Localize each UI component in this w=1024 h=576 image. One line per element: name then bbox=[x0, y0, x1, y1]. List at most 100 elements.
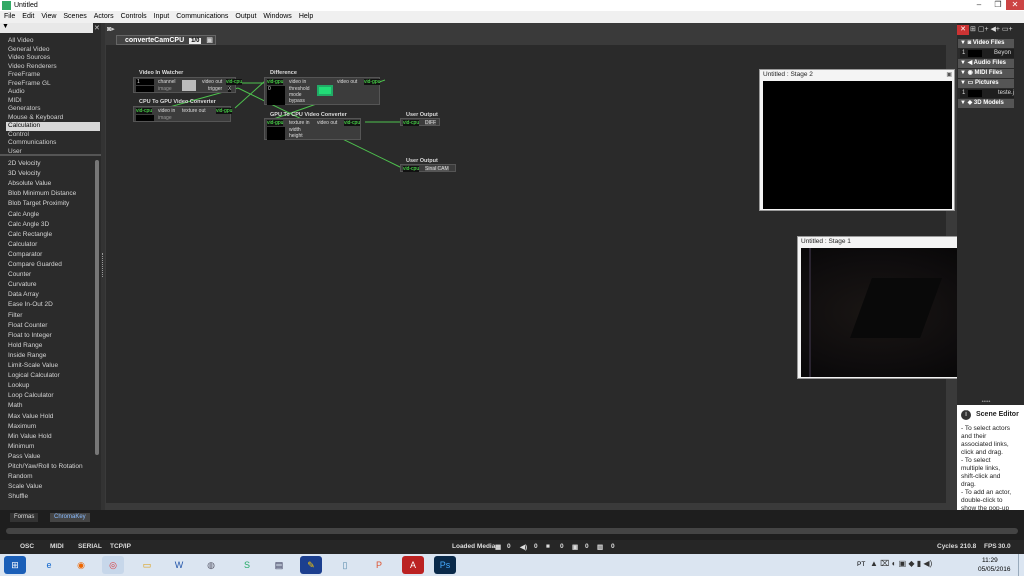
out1-label[interactable]: DIFF bbox=[425, 120, 437, 126]
actor-list-item[interactable]: Scale Value bbox=[8, 482, 94, 492]
photoshop-icon[interactable]: Ps bbox=[434, 556, 456, 574]
actor-list-item[interactable]: Blob Minimum Distance bbox=[8, 189, 94, 199]
category-item[interactable]: FreeFrame bbox=[6, 71, 100, 80]
actor-search-input[interactable]: ▼ bbox=[0, 23, 93, 33]
actor-list-item[interactable]: Data Array bbox=[8, 290, 94, 300]
category-item[interactable]: Video Renderers bbox=[6, 63, 100, 72]
resize-handle[interactable]: ••••• bbox=[958, 399, 1014, 405]
stage-2-close-icon[interactable]: ▣ bbox=[946, 71, 952, 78]
chrome-icon[interactable]: ◎ bbox=[102, 556, 124, 574]
category-item[interactable]: FreeFrame GL bbox=[6, 80, 100, 89]
section-midi-files[interactable]: ▼ ◉ MIDI Files bbox=[958, 69, 1014, 78]
category-item[interactable]: Control bbox=[6, 131, 100, 140]
section-video-files[interactable]: ▼ ◙ Video Files bbox=[958, 39, 1014, 48]
menu-controls[interactable]: Controls bbox=[117, 11, 150, 20]
delete-icon[interactable]: ✕ bbox=[957, 25, 969, 35]
actor-list-item[interactable]: Calc Angle bbox=[8, 210, 94, 220]
cpu2gpu-vid-out-port[interactable]: vid-gpu bbox=[216, 108, 233, 114]
actor-list-item[interactable]: 3D Velocity bbox=[8, 169, 94, 179]
actor-list-item[interactable]: Shuffle bbox=[8, 492, 94, 502]
windows-start-icon[interactable]: ⊞ bbox=[4, 556, 26, 574]
actor-list-item[interactable]: Filter bbox=[8, 311, 94, 321]
out1-vid-port[interactable]: vid-cpu bbox=[403, 120, 420, 126]
menu-edit[interactable]: Edit bbox=[18, 11, 37, 20]
actor-list-item[interactable]: Min Value Hold bbox=[8, 432, 94, 442]
actor-list-item[interactable]: Loop Calculator bbox=[8, 391, 94, 401]
category-item[interactable]: Mouse & Keyboard bbox=[6, 114, 100, 123]
isadora-icon[interactable]: ✎ bbox=[300, 556, 322, 574]
difference-threshold-value[interactable]: 0 bbox=[268, 86, 271, 92]
actor-user-output-diff[interactable]: vid-cpu DIFF bbox=[400, 118, 440, 126]
actor-list-item[interactable]: Limit-Scale Value bbox=[8, 361, 94, 371]
serial-indicator[interactable]: SERIAL bbox=[78, 543, 102, 550]
actor-list-item[interactable]: Inside Range bbox=[8, 351, 94, 361]
gpu2cpu-vid-in-port[interactable]: vid-gpu bbox=[267, 120, 284, 126]
menu-communications[interactable]: Communications bbox=[172, 11, 231, 20]
section-pictures[interactable]: ▼ ▭ Pictures bbox=[958, 79, 1014, 88]
clock-time[interactable]: 11:29 bbox=[982, 557, 998, 564]
actor-list-item[interactable]: Counter bbox=[8, 270, 94, 280]
tcp-indicator[interactable]: TCP/IP bbox=[110, 543, 131, 550]
network-icon[interactable]: ◍ bbox=[200, 556, 222, 574]
category-item[interactable]: Generators bbox=[6, 105, 100, 114]
menu-output[interactable]: Output bbox=[231, 11, 259, 20]
grid-icon[interactable]: ⊞ bbox=[970, 26, 976, 33]
tab-chromakey[interactable]: ChromaKey bbox=[50, 513, 90, 522]
clock-date[interactable]: 05/05/2016 bbox=[978, 566, 1011, 573]
actor-list-item[interactable]: Max Value Hold bbox=[8, 412, 94, 422]
tray-icons[interactable]: ▲ ⌧ ◐ ▣ ◆ ▮ ◀) bbox=[870, 559, 932, 568]
actor-list-item[interactable]: Compare Guarded bbox=[8, 260, 94, 270]
out2-label[interactable]: Sinal CAM bbox=[425, 166, 449, 172]
folder-add-icon[interactable]: ▭+ bbox=[1002, 26, 1013, 33]
category-item[interactable]: General Video bbox=[6, 46, 100, 55]
watcher-vid-port[interactable]: vid-cpu bbox=[226, 79, 243, 85]
panel-splitter[interactable] bbox=[101, 23, 105, 510]
actor-list-item[interactable]: Minimum bbox=[8, 442, 94, 452]
difference-vid-out-port[interactable]: vid-gpu bbox=[364, 79, 381, 85]
actor-list-item[interactable]: Logical Calculator bbox=[8, 371, 94, 381]
language-indicator[interactable]: PT bbox=[857, 561, 865, 568]
cpu2gpu-vid-in-port[interactable]: vid-cpu bbox=[136, 108, 153, 114]
audio-add-icon[interactable]: ◀+ bbox=[990, 26, 999, 33]
actor-list-item[interactable]: Curvature bbox=[8, 280, 94, 290]
watcher-trigger-port[interactable]: X bbox=[228, 86, 232, 92]
difference-vid-in-port[interactable]: vid-gpu bbox=[267, 79, 284, 85]
menu-view[interactable]: View bbox=[37, 11, 59, 20]
actor-list-item[interactable]: Lookup bbox=[8, 381, 94, 391]
dropdown-arrow-icon[interactable]: ▼ bbox=[2, 23, 9, 30]
midi-indicator[interactable]: MIDI bbox=[50, 543, 64, 550]
word-icon[interactable]: W bbox=[168, 556, 190, 574]
scene-tab[interactable]: converteCamCPU 1/0 ▣ bbox=[116, 35, 216, 45]
powerpoint-icon[interactable]: P bbox=[368, 556, 390, 574]
actor-list-item[interactable]: Float to Integer bbox=[8, 331, 94, 341]
category-item[interactable]: Communications bbox=[6, 139, 100, 148]
section-3d-models[interactable]: ▼ ◆ 3D Models bbox=[958, 99, 1014, 108]
app-s-icon[interactable]: S bbox=[236, 556, 258, 574]
maximize-button[interactable]: ❐ bbox=[989, 0, 1007, 10]
actor-list-item[interactable]: Calculator bbox=[8, 240, 94, 250]
media-icon[interactable]: ▤ bbox=[268, 556, 290, 574]
actor-list-item[interactable]: Pitch/Yaw/Roll to Rotation bbox=[8, 462, 94, 472]
out2-vid-port[interactable]: vid-cpu bbox=[403, 166, 420, 172]
actor-user-output-sinal-cam[interactable]: vid-cpu Sinal CAM bbox=[400, 164, 456, 172]
menu-help[interactable]: Help bbox=[295, 11, 316, 20]
actor-cpu-to-gpu-converter[interactable]: vid-cpu video in image texture out vid-g… bbox=[133, 106, 233, 122]
actor-list-item[interactable]: Float Counter bbox=[8, 321, 94, 331]
actor-list-item[interactable]: 2D Velocity bbox=[8, 159, 94, 169]
actor-list-item[interactable]: Absolute Value bbox=[8, 179, 94, 189]
camera-icon[interactable]: ◙▸ bbox=[107, 25, 121, 34]
add-media-icon[interactable]: ▢+ bbox=[978, 26, 989, 33]
menu-file[interactable]: File bbox=[0, 11, 18, 20]
menu-actors[interactable]: Actors bbox=[90, 11, 117, 20]
actor-list-item[interactable]: Ease In-Out 2D bbox=[8, 300, 94, 310]
stage-2-window[interactable]: Untitled : Stage 2 ▣ bbox=[759, 69, 955, 211]
actor-list-item[interactable]: Calc Angle 3D bbox=[8, 220, 94, 230]
actor-difference[interactable]: vid-gpu 0 video in threshold mode bypass… bbox=[264, 77, 381, 105]
menu-windows[interactable]: Windows bbox=[259, 11, 294, 20]
category-item[interactable]: Video Sources bbox=[6, 54, 100, 63]
ie-icon[interactable]: e bbox=[38, 556, 60, 574]
minimize-button[interactable]: – bbox=[970, 0, 988, 10]
category-item[interactable]: Audio bbox=[6, 88, 100, 97]
actor-list-item[interactable]: Pass Value bbox=[8, 452, 94, 462]
category-item[interactable]: Calculation bbox=[6, 122, 100, 131]
